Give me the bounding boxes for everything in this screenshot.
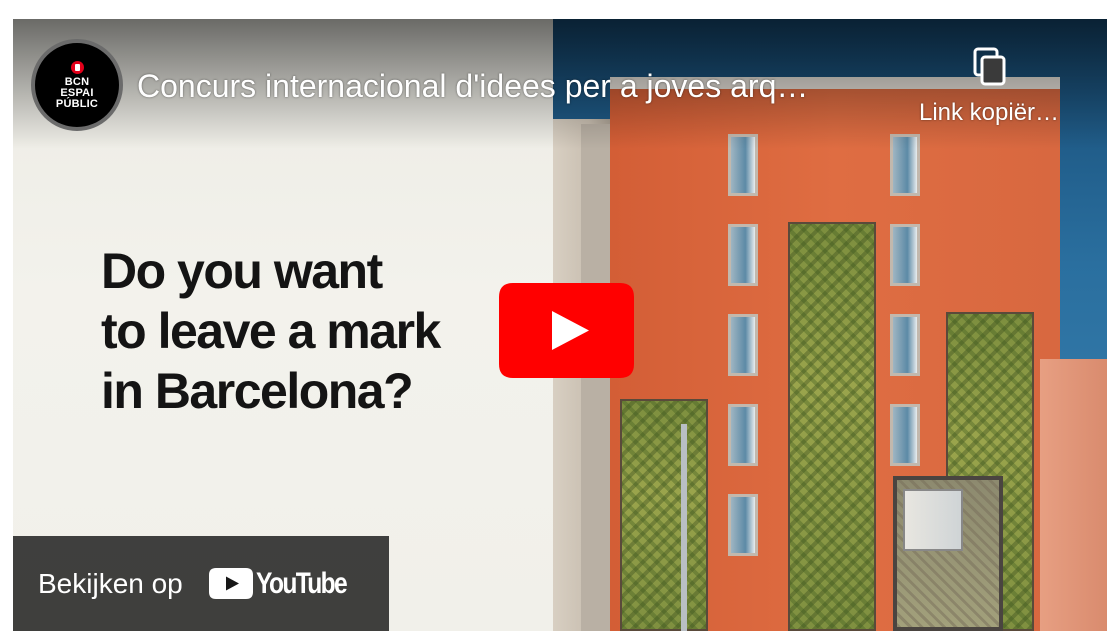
play-button[interactable] (499, 283, 634, 378)
video-title-link[interactable]: Concurs internacional d'idees per a jove… (137, 67, 808, 105)
facade-window (890, 404, 920, 466)
facade-window (728, 494, 758, 556)
channel-avatar[interactable]: BCN ESPAI PÚBLIC (31, 39, 123, 131)
watch-on-label: Bekijken op (38, 567, 183, 599)
balcony-window (903, 489, 963, 551)
headline-line-3: in Barcelona? (101, 363, 414, 419)
copy-icon (973, 47, 1006, 86)
youtube-wordmark: YouTube (255, 566, 348, 600)
thumbnail-headline: Do you want to leave a mark in Barcelona… (101, 241, 441, 421)
avatar-text-line: ESPAI (60, 86, 94, 99)
video-player[interactable]: Do you want to leave a mark in Barcelona… (13, 19, 1107, 631)
green-wall-panel (620, 399, 708, 631)
street-lamp-pole (681, 424, 687, 631)
headline-line-1: Do you want (101, 243, 383, 299)
green-wall-panel (788, 222, 876, 631)
facade-window (890, 224, 920, 286)
barcelona-emblem-icon (70, 60, 84, 74)
facade-window (728, 404, 758, 466)
headline-line-2: to leave a mark (101, 303, 441, 359)
avatar-text-line: BCN (64, 75, 90, 88)
copy-link-label: Link kopiër… (918, 99, 1060, 126)
youtube-logo-icon (208, 568, 253, 599)
copy-link-button[interactable]: Link kopiër… (909, 47, 1069, 143)
facade-window (728, 314, 758, 376)
facade-window (890, 314, 920, 376)
youtube-logo: YouTube (208, 566, 366, 601)
pink-building (1040, 359, 1107, 631)
facade-window (728, 224, 758, 286)
avatar-text-line: PÚBLIC (55, 97, 99, 110)
watch-on-youtube-button[interactable]: Bekijken op YouTube (13, 536, 389, 631)
